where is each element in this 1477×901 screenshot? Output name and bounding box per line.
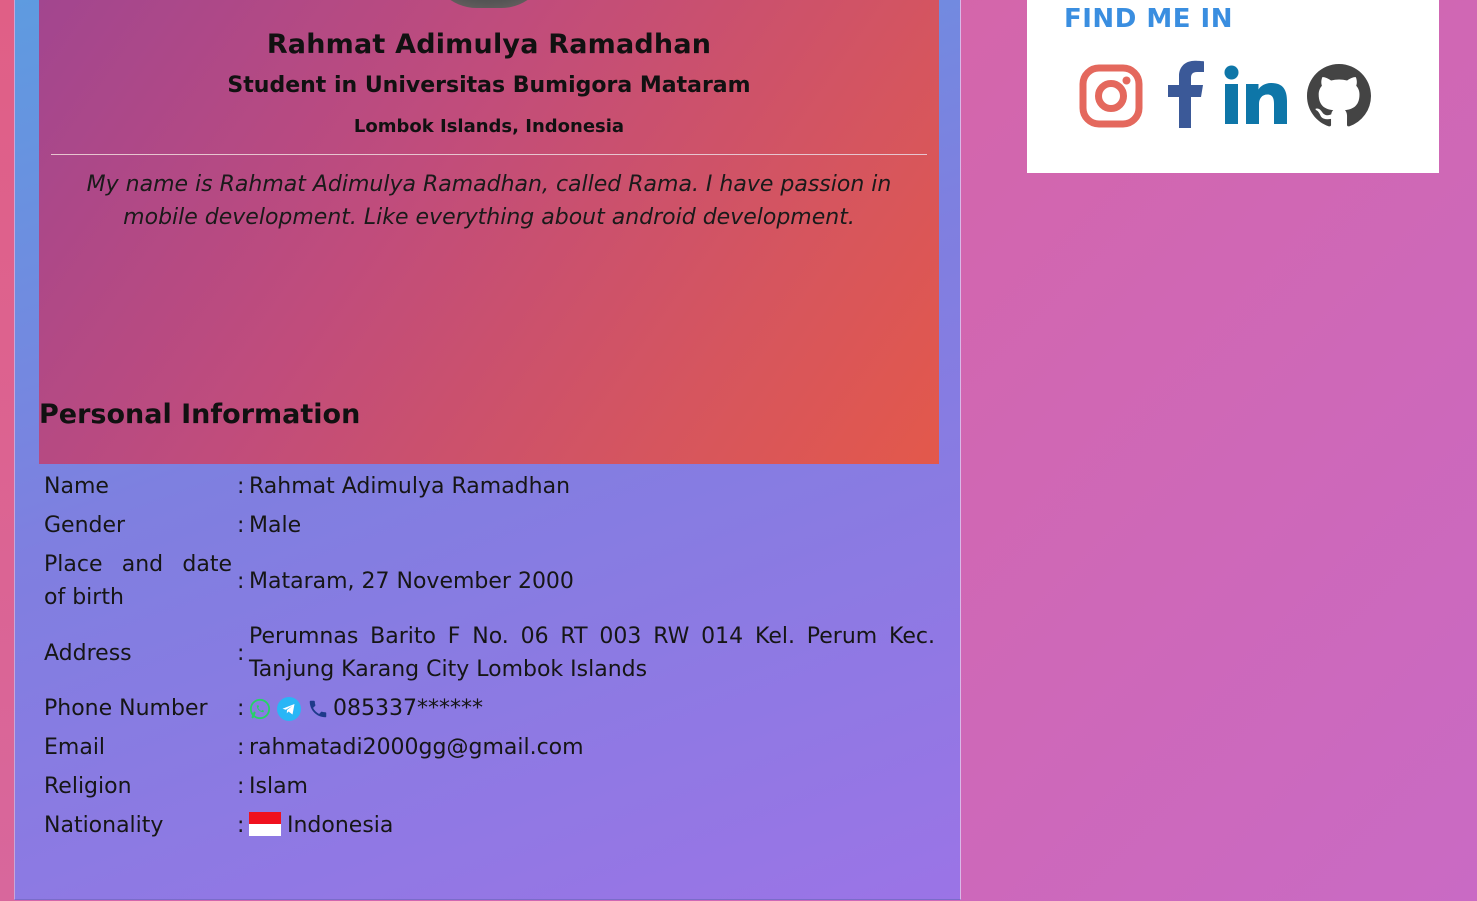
row-separator: :	[237, 513, 245, 538]
whatsapp-icon[interactable]	[249, 698, 271, 720]
indonesia-flag-icon	[249, 812, 281, 836]
row-label: Email	[44, 735, 106, 760]
personal-info-table: Name : Rahmat Adimulya Ramadhan Gender :…	[39, 467, 939, 845]
instagram-icon[interactable]	[1079, 64, 1143, 128]
table-row: Nationality : Indonesia	[39, 806, 939, 845]
row-label: Address	[44, 640, 132, 666]
profile-location: Lombok Islands, Indonesia	[353, 116, 625, 137]
row-separator: :	[237, 735, 245, 760]
row-label: Phone Number	[44, 696, 208, 721]
table-row: Name : Rahmat Adimulya Ramadhan	[39, 467, 939, 506]
profile-subtitle: Student in Universitas Bumigora Mataram	[227, 73, 751, 98]
row-label: Place and date of birth	[44, 552, 232, 610]
row-separator: :	[237, 474, 245, 499]
github-icon[interactable]	[1307, 64, 1371, 128]
row-value: Perumnas Barito F No. 06 RT 003 RW 014 K…	[249, 624, 935, 682]
page-left-edge	[0, 0, 15, 901]
table-row: Religion : Islam	[39, 767, 939, 806]
row-separator: :	[237, 568, 245, 594]
avatar	[429, 0, 549, 8]
row-label: Nationality	[44, 813, 164, 838]
row-value: Islam	[249, 774, 308, 799]
profile-card: Rahmat Adimulya Ramadhan Student in Univ…	[14, 0, 961, 900]
social-links	[1077, 58, 1377, 132]
phone-icon[interactable]	[307, 698, 329, 720]
table-row: Address : Perumnas Barito F No. 06 RT 00…	[39, 617, 939, 689]
row-value-phone: 085337******	[249, 689, 939, 728]
table-row: Email : rahmatadi2000gg@gmail.com	[39, 728, 939, 767]
social-heading: FIND ME IN	[1064, 4, 1233, 34]
row-separator: :	[237, 640, 245, 666]
facebook-icon[interactable]	[1167, 60, 1205, 128]
row-separator: :	[237, 696, 245, 721]
telegram-icon[interactable]	[277, 697, 301, 721]
row-value: Rahmat Adimulya Ramadhan	[249, 474, 571, 499]
profile-bio: My name is Rahmat Adimulya Ramadhan, cal…	[86, 172, 892, 230]
row-label: Name	[44, 474, 109, 499]
nationality-text: Indonesia	[287, 813, 394, 838]
row-value: Mataram, 27 November 2000	[249, 568, 574, 594]
row-separator: :	[237, 813, 245, 838]
profile-name: Rahmat Adimulya Ramadhan	[266, 29, 712, 60]
row-value-nationality: Indonesia	[249, 806, 939, 845]
row-label: Religion	[44, 774, 132, 799]
table-row: Phone Number : 085337******	[39, 689, 939, 728]
phone-contact-icons	[249, 697, 329, 721]
section-heading-personal-info: Personal Information	[39, 399, 361, 430]
divider	[51, 154, 927, 155]
profile-hero: Rahmat Adimulya Ramadhan Student in Univ…	[39, 0, 939, 464]
phone-number: 085337******	[333, 696, 483, 721]
row-value-email[interactable]: rahmatadi2000gg@gmail.com	[249, 728, 939, 767]
social-card: FIND ME IN	[1027, 0, 1439, 173]
table-row: Place and date of birth : Mataram, 27 No…	[39, 545, 939, 617]
linkedin-icon[interactable]	[1224, 65, 1288, 125]
row-label: Gender	[44, 513, 126, 538]
table-row: Gender : Male	[39, 506, 939, 545]
row-value: Male	[249, 513, 302, 538]
row-separator: :	[237, 774, 245, 799]
